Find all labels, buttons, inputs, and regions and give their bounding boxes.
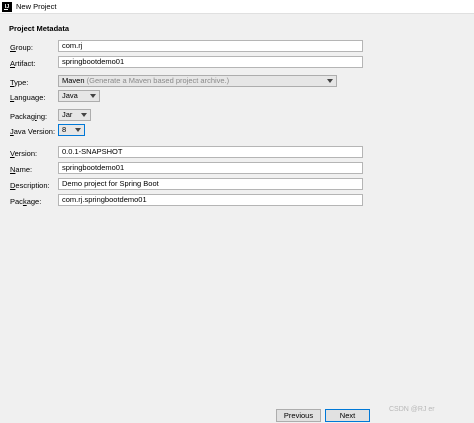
- version-label: Version:: [10, 149, 38, 158]
- packaging-label: Packaging:: [10, 112, 48, 121]
- artifact-field[interactable]: springbootdemo01: [58, 56, 363, 68]
- description-label: Description:: [10, 181, 50, 190]
- type-label: Type:: [10, 78, 29, 87]
- chevron-down-icon: [75, 128, 81, 132]
- packaging-value: Jar: [62, 110, 73, 119]
- java-version-label: Java Version:: [10, 127, 56, 136]
- type-select[interactable]: Maven (Generate a Maven based project ar…: [58, 75, 337, 87]
- previous-button[interactable]: Previous: [276, 409, 321, 422]
- group-label: Group:: [10, 43, 33, 52]
- section-title: Project Metadata: [9, 24, 70, 33]
- package-label: Package:: [10, 197, 42, 206]
- name-label: Name:: [10, 165, 33, 174]
- chevron-down-icon: [81, 113, 87, 117]
- version-field[interactable]: 0.0.1-SNAPSHOT: [58, 146, 363, 158]
- java-version-value: 8: [62, 125, 67, 134]
- packaging-select[interactable]: Jar: [58, 109, 91, 121]
- group-field[interactable]: com.rj: [58, 40, 363, 52]
- intellij-icon: IJ: [2, 1, 12, 12]
- type-hint: (Generate a Maven based project archive.…: [86, 76, 230, 85]
- java-version-select[interactable]: 8: [58, 124, 85, 136]
- next-button[interactable]: Next: [325, 409, 370, 422]
- artifact-label: Artifact:: [10, 59, 36, 68]
- language-label: Language:: [10, 93, 46, 102]
- name-field[interactable]: springbootdemo01: [58, 162, 363, 174]
- dialog-content: Project Metadata Group: com.rj Artifact:…: [0, 13, 474, 404]
- description-field[interactable]: Demo project for Spring Boot: [58, 178, 363, 190]
- chevron-down-icon: [327, 79, 333, 83]
- watermark: CSDN @RJ er: [389, 406, 435, 413]
- title-bar: IJ New Project: [0, 0, 474, 13]
- language-value: Java: [62, 91, 78, 100]
- type-value: Maven: [62, 76, 85, 85]
- chevron-down-icon: [90, 94, 96, 98]
- window-title: New Project: [16, 2, 57, 11]
- language-select[interactable]: Java: [58, 90, 100, 102]
- package-field[interactable]: com.rj.springbootdemo01: [58, 194, 363, 206]
